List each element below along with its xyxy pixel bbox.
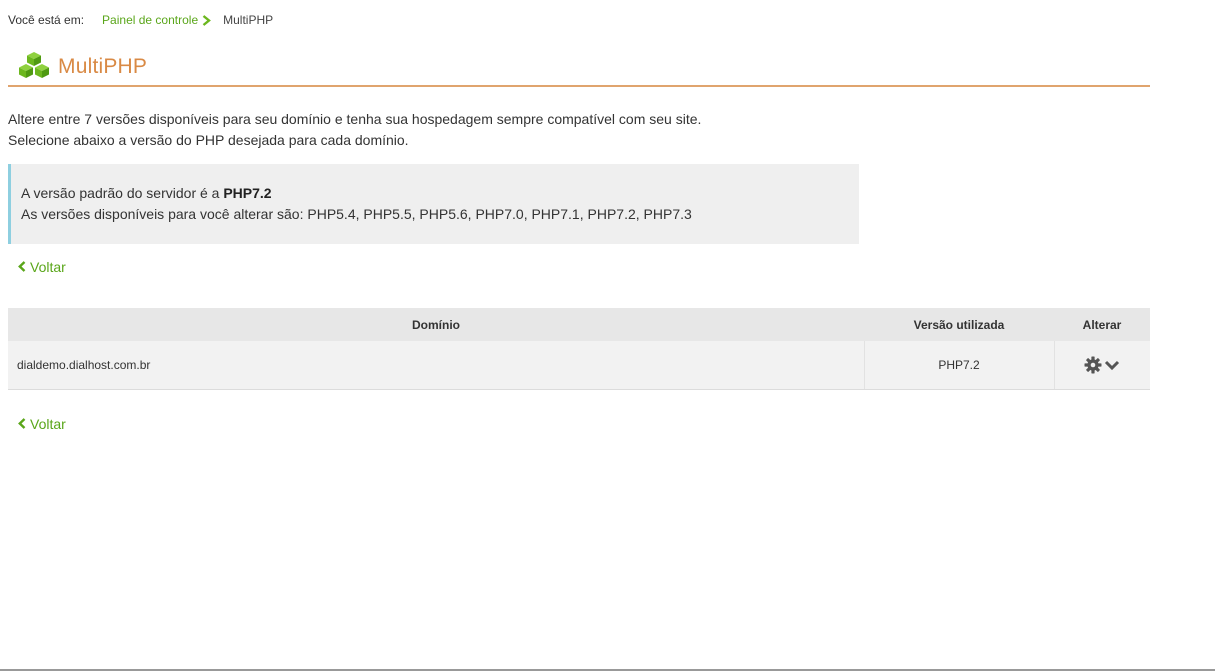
- cubes-icon: [17, 51, 51, 81]
- domain-cell: dialdemo.dialhost.com.br: [8, 341, 864, 390]
- chevron-right-icon: [202, 14, 212, 26]
- back-link-top[interactable]: Voltar: [18, 259, 66, 275]
- intro-line-2: Selecione abaixo a versão do PHP desejad…: [8, 132, 409, 148]
- page-title: MultiPHP: [58, 55, 148, 78]
- table-header-row: Domínio Versão utilizada Alterar: [8, 308, 1150, 341]
- intro-line-1: Altere entre 7 versões disponíveis para …: [8, 111, 702, 127]
- available-versions-line: As versões disponíveis para você alterar…: [21, 206, 692, 222]
- default-version-value: PHP7.2: [223, 185, 272, 201]
- intro-text: Altere entre 7 versões disponíveis para …: [8, 109, 701, 151]
- breadcrumb-link-painel[interactable]: Painel de controle: [102, 13, 198, 27]
- page-header: MultiPHP: [8, 50, 1150, 87]
- gear-icon: [1084, 356, 1102, 374]
- breadcrumb-current: MultiPHP: [223, 13, 274, 27]
- column-header-action: Alterar: [1054, 308, 1150, 341]
- back-link-label: Voltar: [30, 259, 66, 275]
- action-cell: [1053, 341, 1150, 390]
- column-header-domain: Domínio: [8, 308, 864, 341]
- back-link-bottom[interactable]: Voltar: [18, 416, 66, 432]
- version-cell: PHP7.2: [863, 341, 1054, 390]
- domains-table: Domínio Versão utilizada Alterar dialdem…: [8, 308, 1150, 390]
- breadcrumb: Você está em: Painel de controle MultiPH…: [8, 13, 273, 27]
- default-version-line: A versão padrão do servidor é a PHP7.2: [21, 183, 859, 204]
- breadcrumb-prefix: Você está em:: [8, 13, 85, 27]
- change-version-button[interactable]: [1084, 356, 1120, 374]
- column-header-version: Versão utilizada: [864, 308, 1054, 341]
- info-box: A versão padrão do servidor é a PHP7.2 A…: [8, 164, 859, 244]
- table-row: dialdemo.dialhost.com.br PHP7.2: [8, 341, 1150, 390]
- chevron-left-icon: [18, 416, 26, 432]
- page: Você está em: Painel de controle MultiPH…: [0, 0, 1215, 671]
- back-link-label: Voltar: [30, 416, 66, 432]
- default-version-prefix: A versão padrão do servidor é a: [21, 185, 224, 201]
- chevron-left-icon: [18, 259, 26, 275]
- chevron-down-icon: [1104, 359, 1120, 371]
